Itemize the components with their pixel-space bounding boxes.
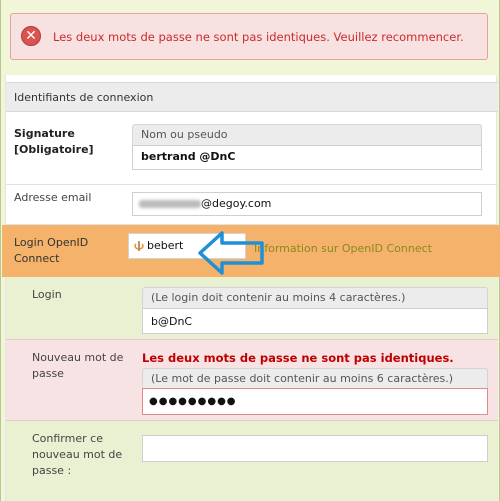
signature-label-line1: Signature (14, 127, 75, 140)
signature-input[interactable]: bertrand @DnC (132, 145, 482, 170)
new-password-label: Nouveau mot de passe (32, 350, 123, 382)
error-alert: ✕ Les deux mots de passe ne sont pas ide… (10, 13, 488, 60)
openid-label-line1: Login OpenID (14, 236, 89, 249)
email-label: Adresse email (14, 191, 92, 204)
section-header: Identifiants de connexion (6, 82, 498, 112)
pointer-arrow-icon (198, 231, 264, 275)
new-password-input[interactable]: ●●●●●●●●● (142, 388, 488, 415)
section-title: Identifiants de connexion (14, 91, 154, 104)
signature-placeholder: Nom ou pseudo (132, 124, 482, 145)
openid-label-line2: Connect (14, 252, 60, 265)
openid-value: bebert (147, 239, 184, 252)
error-alert-message: Les deux mots de passe ne sont pas ident… (53, 30, 464, 44)
new-password-hint: (Le mot de passe doit contenir au moins … (142, 368, 488, 388)
login-label: Login (32, 288, 62, 301)
openid-row: Login OpenID Connect bebert Information … (2, 225, 500, 277)
signature-label: Signature [Obligatoire] (14, 126, 94, 158)
openid-logo-icon (134, 241, 144, 251)
login-input[interactable]: b@DnC (142, 308, 488, 334)
email-redacted (139, 200, 201, 208)
signature-row: Signature [Obligatoire] Nom ou pseudo be… (6, 112, 498, 185)
email-input[interactable]: @degoy.com (132, 192, 482, 216)
new-password-label-line2: passe (32, 367, 64, 380)
openid-info-link[interactable]: Information sur OpenID Connect (254, 242, 432, 255)
login-hint: (Le login doit contenir au moins 4 carac… (142, 287, 488, 308)
confirm-password-block: Confirmer ce nouveau mot de passe : (6, 421, 498, 501)
email-value: @degoy.com (201, 197, 272, 210)
openid-label: Login OpenID Connect (14, 235, 88, 267)
confirm-password-input[interactable] (142, 435, 488, 462)
password-mismatch-error: Les deux mots de passe ne sont pas ident… (142, 351, 454, 365)
credentials-panel: Identifiants de connexion Signature [Obl… (2, 75, 500, 501)
confirm-password-label-line2: nouveau mot de (32, 448, 123, 461)
new-password-label-line1: Nouveau mot de (32, 351, 124, 364)
new-password-block: Nouveau mot de passe Les deux mots de pa… (6, 339, 498, 421)
confirm-password-label: Confirmer ce nouveau mot de passe : (32, 431, 122, 479)
error-circle-x-icon: ✕ (21, 26, 41, 46)
signature-label-line2: [Obligatoire] (14, 143, 94, 156)
confirm-password-label-line1: Confirmer ce (32, 432, 103, 445)
email-row: Adresse email @degoy.com (6, 185, 498, 225)
login-block: Login (Le login doit contenir au moins 4… (6, 277, 498, 339)
confirm-password-label-line3: passe : (32, 464, 72, 477)
page-frame: ✕ Les deux mots de passe ne sont pas ide… (0, 0, 500, 501)
